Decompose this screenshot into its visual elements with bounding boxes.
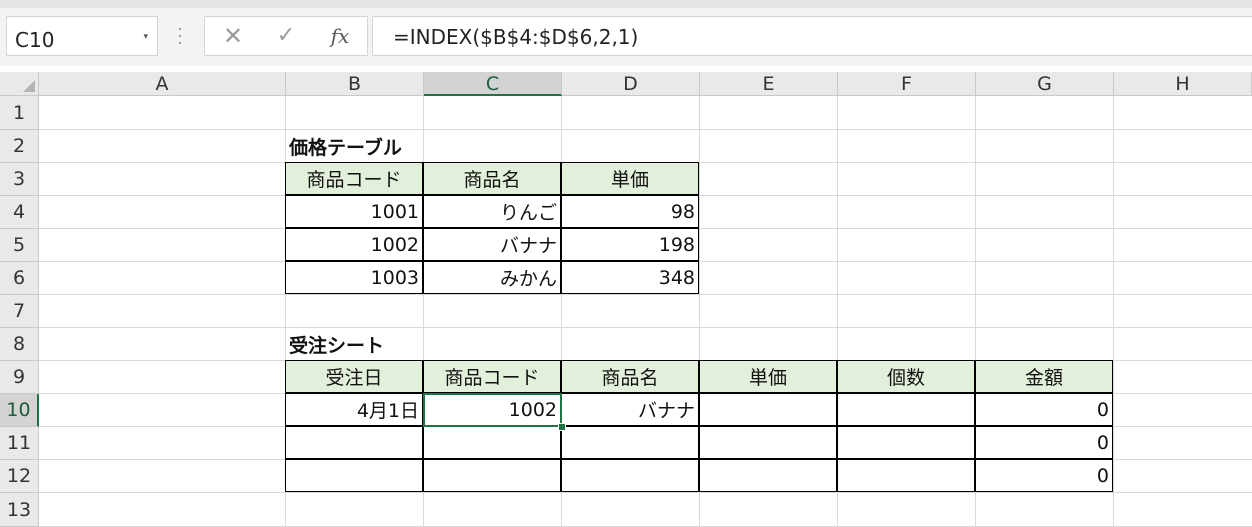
gridline-vertical <box>1113 96 1114 527</box>
order-sheet-header[interactable]: 受注日 <box>285 360 423 393</box>
row-header-11[interactable]: 11 <box>0 427 39 460</box>
row-header-13[interactable]: 13 <box>0 493 39 527</box>
row-header-1[interactable]: 1 <box>0 96 39 130</box>
chevron-down-icon[interactable]: ▾ <box>143 32 148 42</box>
price-table-cell[interactable]: 1003 <box>285 261 423 294</box>
order-sheet-cell[interactable] <box>285 459 423 492</box>
price-table-cell[interactable]: みかん <box>423 261 561 294</box>
order-sheet-cell[interactable] <box>699 459 837 492</box>
order-sheet-header[interactable]: 個数 <box>837 360 975 393</box>
formula-bar-area: C10 ▾ · · · ✕ ✓ fx =INDEX($B$4:$D$6,2,1) <box>0 8 1252 66</box>
price-table-title[interactable]: 価格テーブル <box>286 130 424 163</box>
order-sheet-cell[interactable] <box>285 426 423 459</box>
order-sheet-cell[interactable] <box>423 426 561 459</box>
row-header-8[interactable]: 8 <box>0 328 39 361</box>
order-sheet-header[interactable]: 商品コード <box>423 360 561 393</box>
order-sheet-cell[interactable] <box>837 426 975 459</box>
price-table-header[interactable]: 商品コード <box>285 162 423 195</box>
row-header-12[interactable]: 12 <box>0 460 39 493</box>
selected-cell-outline <box>423 393 562 427</box>
price-table-cell[interactable]: バナナ <box>423 228 561 261</box>
price-table-cell[interactable]: りんご <box>423 195 561 228</box>
order-sheet-title[interactable]: 受注シート <box>286 328 424 361</box>
order-sheet-cell[interactable] <box>561 426 699 459</box>
formula-input[interactable]: =INDEX($B$4:$D$6,2,1) <box>372 16 1252 56</box>
insert-function-icon[interactable]: fx <box>325 21 355 51</box>
order-sheet-cell[interactable]: バナナ <box>561 393 699 426</box>
row-header-3[interactable]: 3 <box>0 163 39 196</box>
order-sheet-cell[interactable] <box>837 393 975 426</box>
order-sheet-cell[interactable] <box>423 459 561 492</box>
order-sheet-header[interactable]: 単価 <box>699 360 837 393</box>
enter-icon[interactable]: ✓ <box>271 21 301 51</box>
order-sheet-cell[interactable]: 0 <box>975 426 1113 459</box>
price-table-cell[interactable]: 198 <box>561 228 699 261</box>
column-header-c[interactable]: C <box>424 72 562 96</box>
fill-handle[interactable] <box>558 423 566 431</box>
row-header-10[interactable]: 10 <box>0 394 39 427</box>
window-top-band <box>0 0 1252 8</box>
kebab-icon[interactable]: · · · <box>175 21 185 53</box>
row-header-4[interactable]: 4 <box>0 196 39 229</box>
order-sheet-header[interactable]: 金額 <box>975 360 1113 393</box>
name-box[interactable]: C10 ▾ <box>6 16 158 56</box>
order-sheet-cell[interactable] <box>837 459 975 492</box>
column-header-e[interactable]: E <box>700 72 838 96</box>
select-all-button[interactable] <box>0 72 39 96</box>
column-header-f[interactable]: F <box>838 72 976 96</box>
column-header-d[interactable]: D <box>562 72 700 96</box>
order-sheet-cell[interactable]: 0 <box>975 459 1113 492</box>
price-table-cell[interactable]: 1002 <box>285 228 423 261</box>
price-table-header[interactable]: 単価 <box>561 162 699 195</box>
order-sheet-cell[interactable] <box>699 426 837 459</box>
order-sheet-cell[interactable]: 4月1日 <box>285 393 423 426</box>
price-table-cell[interactable]: 348 <box>561 261 699 294</box>
order-sheet-cell[interactable]: 0 <box>975 393 1113 426</box>
formula-text: =INDEX($B$4:$D$6,2,1) <box>393 25 639 49</box>
row-header-7[interactable]: 7 <box>0 295 39 328</box>
gridline-horizontal <box>39 492 1252 493</box>
row-header-2[interactable]: 2 <box>0 130 39 163</box>
order-sheet-cell[interactable] <box>561 459 699 492</box>
gridline-horizontal <box>39 129 1252 130</box>
column-header-a[interactable]: A <box>39 72 286 96</box>
cancel-icon[interactable]: ✕ <box>218 21 248 51</box>
column-header-h[interactable]: H <box>1114 72 1252 96</box>
row-header-5[interactable]: 5 <box>0 229 39 262</box>
column-header-g[interactable]: G <box>976 72 1114 96</box>
select-all-icon <box>23 80 35 92</box>
row-header-6[interactable]: 6 <box>0 262 39 295</box>
formula-buttons: ✕ ✓ fx <box>204 16 368 56</box>
spreadsheet-grid[interactable]: A B C D E F G H 1 2 3 4 5 6 7 8 9 10 11 12 13 価格テーブル 商品コード 商品名単… <box>0 72 1252 527</box>
price-table-cell[interactable]: 98 <box>561 195 699 228</box>
gridline-horizontal <box>39 327 1252 328</box>
column-header-b[interactable]: B <box>286 72 424 96</box>
order-sheet-cell[interactable] <box>699 393 837 426</box>
row-header-9[interactable]: 9 <box>0 361 39 394</box>
order-sheet-header[interactable]: 商品名 <box>561 360 699 393</box>
name-box-value: C10 <box>15 28 55 52</box>
gridline-horizontal <box>39 294 1252 295</box>
price-table-cell[interactable]: 1001 <box>285 195 423 228</box>
price-table-header[interactable]: 商品名 <box>423 162 561 195</box>
